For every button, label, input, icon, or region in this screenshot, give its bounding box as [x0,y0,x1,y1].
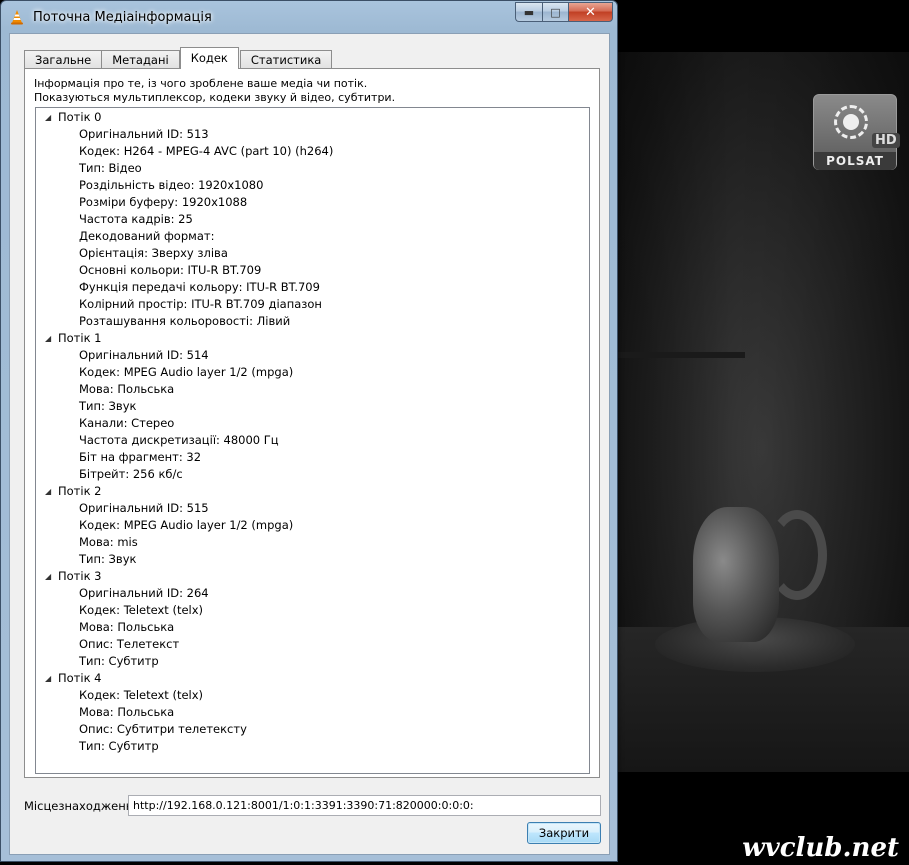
codec-description: Інформація про те, із чого зроблене ваше… [34,77,395,105]
tab-general[interactable]: Загальне [24,50,103,69]
tree-property-row[interactable]: Кодек: MPEG Audio layer 1/2 (mpga) [36,364,589,381]
vlc-cone-icon [11,10,23,25]
watermark: wvclub.net [742,833,899,863]
title-bar[interactable]: Поточна Медіаінформація ▬ □ ✕ [1,1,617,33]
tree-stream-row[interactable]: ◢ Потік 2 [36,483,589,500]
tree-property-row[interactable]: Розміри буферу: 1920x1088 [36,194,589,211]
tree-property-row[interactable]: Мова: Польська [36,619,589,636]
dialog-client-area: Загальне Метадані Кодек Статистика Інфор… [9,33,610,855]
maximize-icon: □ [550,5,561,19]
expand-triangle-icon[interactable]: ◢ [45,670,51,687]
tree-property-row[interactable]: Оригінальний ID: 515 [36,500,589,517]
stream-label: Потік 3 [58,569,102,583]
video-shelf [615,352,745,358]
tree-property-row[interactable]: Кодек: Teletext (telx) [36,687,589,704]
channel-name: POLSAT [814,152,896,170]
window-controls: ▬ □ ✕ [515,2,613,22]
media-info-window: Поточна Медіаінформація ▬ □ ✕ Загальне М… [0,0,618,862]
tree-property-row[interactable]: Мова: Польська [36,381,589,398]
tab-bar: Загальне Метадані Кодек Статистика [24,47,333,69]
sun-core-icon [843,114,859,130]
tree-property-row[interactable]: Оригінальний ID: 514 [36,347,589,364]
tree-property-row[interactable]: Частота дискретизації: 48000 Гц [36,432,589,449]
tree-property-row[interactable]: Мова: Польська [36,704,589,721]
tree-property-row[interactable]: Функція передачі кольору: ITU-R BT.709 [36,279,589,296]
tree-stream-row[interactable]: ◢ Потік 3 [36,568,589,585]
description-line-1: Інформація про те, із чого зроблене ваше… [34,77,368,90]
close-button[interactable]: Закрити [527,822,601,844]
tree-property-row[interactable]: Кодек: H264 - MPEG-4 AVC (part 10) (h264… [36,143,589,160]
maximize-button[interactable]: □ [542,2,568,22]
tab-statistics[interactable]: Статистика [239,50,333,69]
codec-tree[interactable]: ◢ Потік 0 Оригінальний ID: 513 Кодек: H264 … [35,107,590,774]
tree-property-row[interactable]: Оригінальний ID: 264 [36,585,589,602]
tree-property-row[interactable]: Тип: Відео [36,160,589,177]
close-icon: ✕ [585,4,596,20]
stream-label: Потік 0 [58,110,102,124]
stream-label: Потік 2 [58,484,102,498]
tree-property-row[interactable]: Колірний простір: ITU-R BT.709 діапазон [36,296,589,313]
tree-property-row[interactable]: Тип: Субтитр [36,653,589,670]
stream-label: Потік 4 [58,671,102,685]
tree-property-row[interactable]: Орієнтація: Зверху зліва [36,245,589,262]
channel-logo: HD POLSAT [813,94,900,170]
channel-hd-badge: HD [872,133,900,148]
minimize-button[interactable]: ▬ [515,2,542,22]
tree-property-row[interactable]: Тип: Звук [36,551,589,568]
minimize-icon: ▬ [523,5,535,19]
tree-property-row[interactable]: Основні кольори: ITU-R BT.709 [36,262,589,279]
codec-tree-content: ◢ Потік 0 Оригінальний ID: 513 Кодек: H264 … [36,108,589,755]
tree-property-row[interactable]: Мова: mis [36,534,589,551]
tree-property-row[interactable]: Оригінальний ID: 513 [36,126,589,143]
tree-property-row[interactable]: Опис: Телетекст [36,636,589,653]
location-label: Місцезнаходження: [24,799,145,813]
tree-property-row[interactable]: Бітрейт: 256 кб/с [36,466,589,483]
tab-codec[interactable]: Кодек [179,47,239,69]
expand-triangle-icon[interactable]: ◢ [45,483,51,500]
location-input[interactable] [128,795,601,816]
expand-triangle-icon[interactable]: ◢ [45,568,51,585]
tree-property-row[interactable]: Роздільність відео: 1920x1080 [36,177,589,194]
tree-stream-row[interactable]: ◢ Потік 1 [36,330,589,347]
tree-property-row[interactable]: Декодований формат: [36,228,589,245]
window-title: Поточна Медіаінформація [33,10,212,25]
tree-property-row[interactable]: Частота кадрів: 25 [36,211,589,228]
expand-triangle-icon[interactable]: ◢ [45,109,51,126]
codec-panel: Інформація про те, із чого зроблене ваше… [24,68,600,778]
tree-property-row[interactable]: Біт на фрагмент: 32 [36,449,589,466]
expand-triangle-icon[interactable]: ◢ [45,330,51,347]
video-jug [693,507,779,642]
stream-label: Потік 1 [58,331,102,345]
tree-property-row[interactable]: Тип: Звук [36,398,589,415]
tree-property-row[interactable]: Тип: Субтитр [36,738,589,755]
description-line-2: Показуються мультиплексор, кодеки звуку … [34,91,396,104]
tab-metadata[interactable]: Метадані [101,50,180,69]
tree-property-row[interactable]: Канали: Стерео [36,415,589,432]
tree-property-row[interactable]: Опис: Субтитри телетексту [36,721,589,738]
tree-property-row[interactable]: Кодек: MPEG Audio layer 1/2 (mpga) [36,517,589,534]
tree-stream-row[interactable]: ◢ Потік 0 [36,109,589,126]
tree-stream-row[interactable]: ◢ Потік 4 [36,670,589,687]
close-window-button[interactable]: ✕ [568,2,613,22]
tree-property-row[interactable]: Розташування кольоровості: Лівий [36,313,589,330]
tree-property-row[interactable]: Кодек: Teletext (telx) [36,602,589,619]
